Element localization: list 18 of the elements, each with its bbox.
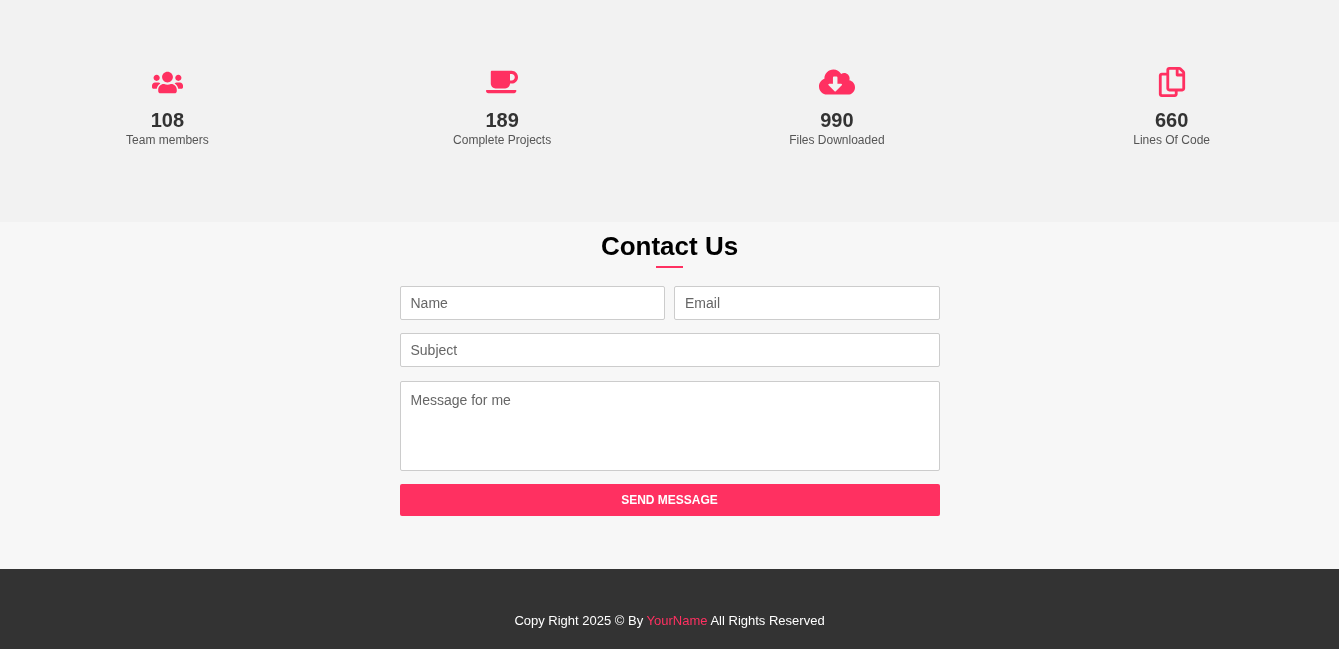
input-field[interactable]: Email [674, 286, 940, 320]
message-field[interactable]: Message for me [399, 381, 940, 471]
stat-label: Complete Projects [453, 132, 552, 148]
title-underline [656, 266, 683, 268]
input-field[interactable]: Name [399, 286, 665, 320]
stat-number: 189 [485, 108, 519, 132]
stat-number: 660 [1154, 108, 1189, 132]
stat-label: Team members [126, 132, 209, 148]
stat-label: Lines Of Code [1133, 132, 1210, 148]
author-link[interactable]: YourName [646, 613, 708, 629]
copy-icon [1156, 67, 1187, 97]
copyright-text: Copy Right 2025 © By YourName All Rights Reserved [514, 612, 825, 631]
stat-number: 990 [820, 108, 854, 132]
stat-number: 108 [150, 108, 185, 132]
send-message-button[interactable]: SEND MESSAGE [399, 484, 940, 516]
section-title: Contact Us [600, 230, 739, 262]
stat-label: Files Downloaded [789, 132, 885, 148]
input-field[interactable]: Subject [399, 333, 940, 367]
